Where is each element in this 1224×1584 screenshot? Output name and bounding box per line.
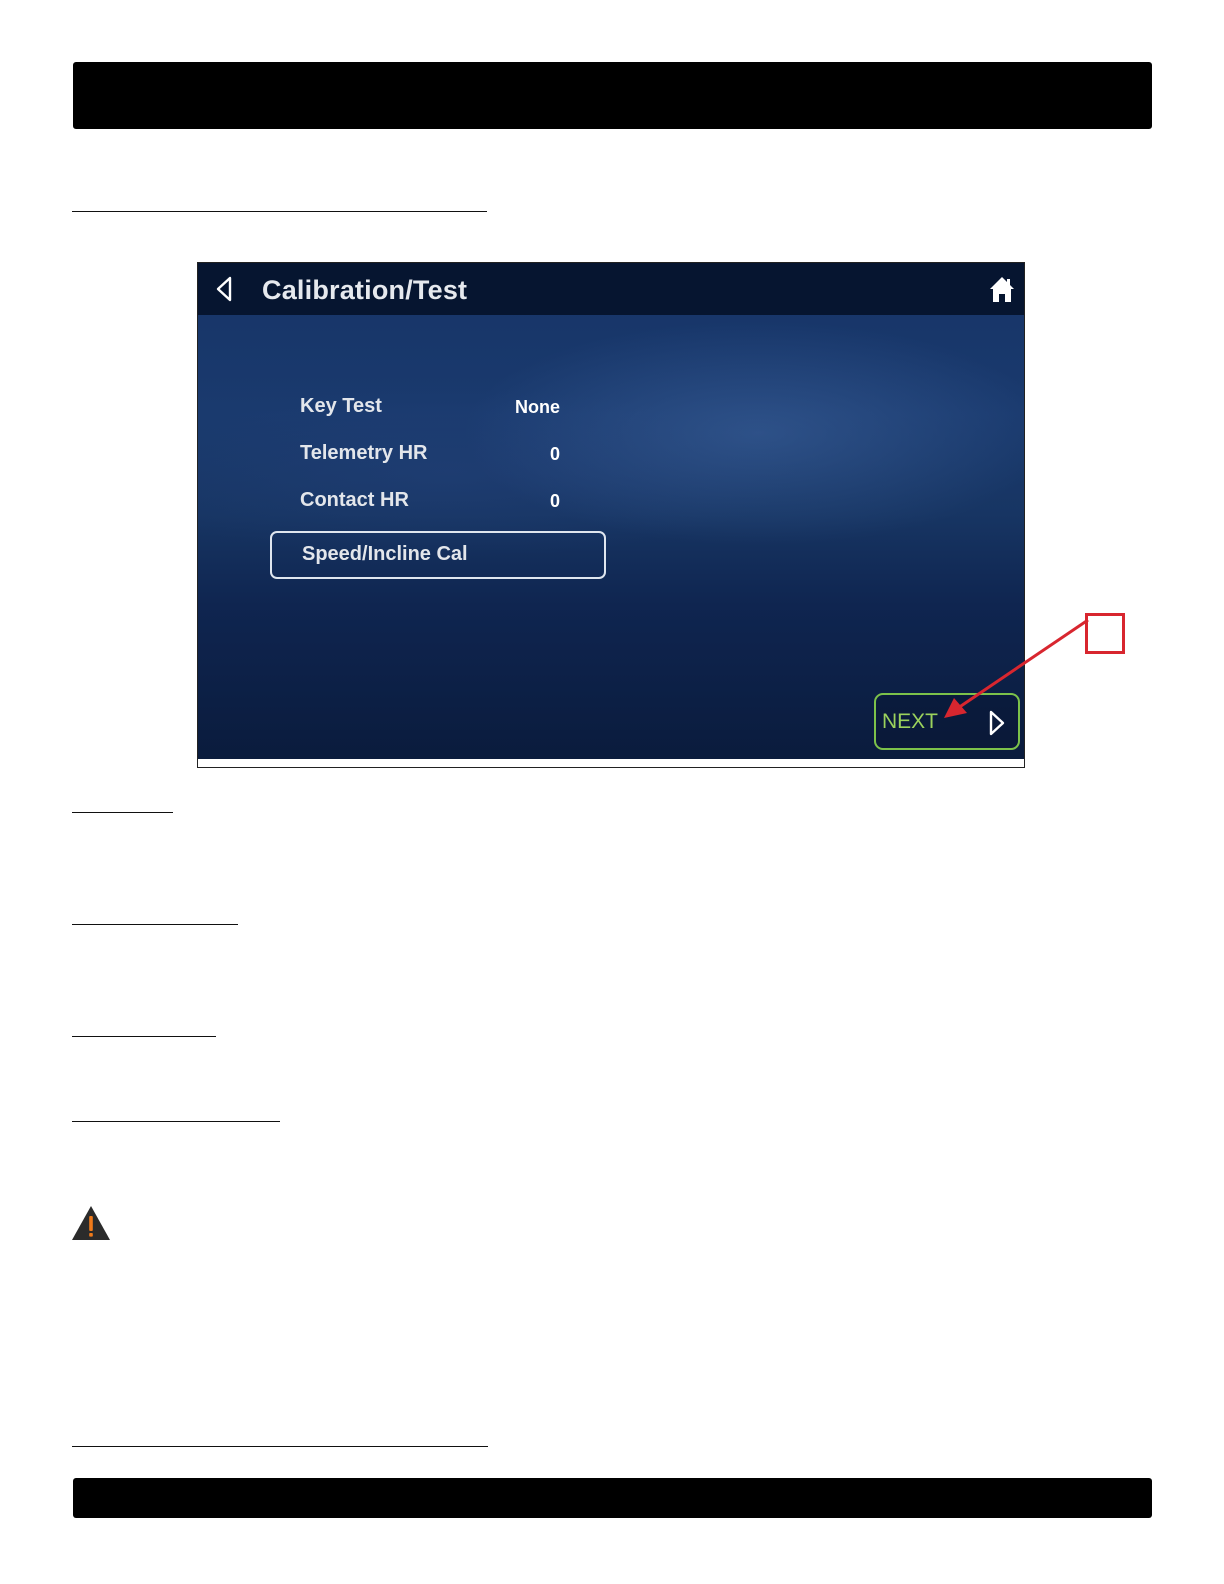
back-chevron-icon[interactable] [214, 275, 234, 303]
callout-arrow-icon [944, 618, 1089, 718]
menu-item-label: Key Test [300, 395, 382, 417]
menu-item-label: Contact HR [300, 489, 409, 511]
menu-item-telemetry-hr[interactable]: Telemetry HR 0 [300, 442, 560, 472]
section-heading-rule [72, 1036, 216, 1037]
menu-item-label: Speed/Incline Cal [302, 543, 468, 565]
menu-item-value: None [515, 397, 560, 417]
screen-bottom-border [198, 759, 1024, 767]
page-footer-bar [73, 1478, 1152, 1518]
screen-title: Calibration/Test [262, 275, 468, 305]
menu-item-value: 0 [549, 491, 560, 511]
home-icon[interactable] [988, 275, 1016, 303]
section-heading-rule [72, 211, 487, 212]
console-titlebar: Calibration/Test [198, 263, 1024, 315]
section-heading-rule [72, 924, 238, 925]
section-heading-rule [72, 1121, 280, 1122]
section-heading-rule [72, 1446, 488, 1447]
callout-box [1085, 613, 1125, 654]
console-screenshot: Calibration/Test Key Test None Telemetry… [197, 262, 1025, 768]
menu-item-speed-incline-cal[interactable]: Speed/Incline Cal [270, 531, 606, 579]
warning-icon [72, 1206, 110, 1240]
page-header-bar [73, 62, 1152, 129]
next-button-label: NEXT [882, 710, 939, 733]
menu-item-contact-hr[interactable]: Contact HR 0 [300, 489, 560, 519]
menu-item-label: Telemetry HR [300, 442, 428, 464]
menu-item-value: 0 [549, 444, 560, 464]
section-heading-rule [72, 812, 173, 813]
menu-item-key-test[interactable]: Key Test None [300, 395, 560, 425]
